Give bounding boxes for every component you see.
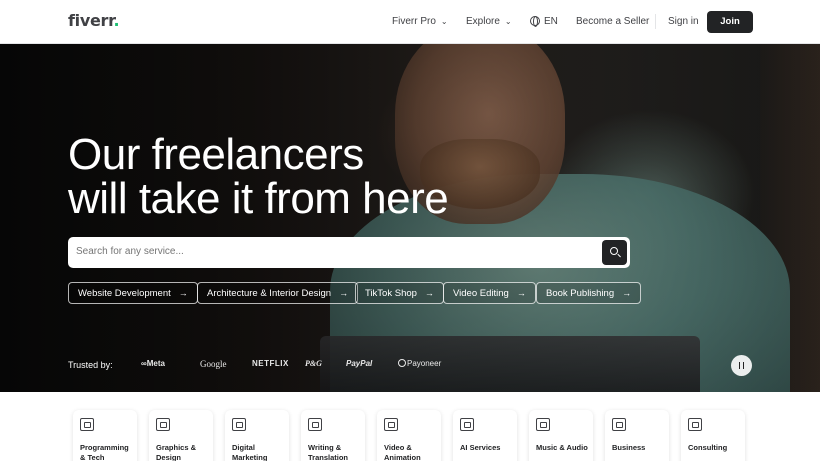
explore-label: Explore bbox=[466, 16, 500, 27]
category-card-programming-tech[interactable]: Programming & Tech bbox=[73, 410, 137, 461]
hero-section: Our freelancers will take it from here W… bbox=[0, 44, 820, 392]
chip-label: Video Editing bbox=[453, 288, 509, 299]
sign-in-link[interactable]: Sign in bbox=[668, 16, 699, 27]
logo-text: fiverr bbox=[68, 11, 114, 30]
category-label: Consulting bbox=[688, 443, 728, 452]
chip-label: Website Development bbox=[78, 288, 171, 299]
category-card-business[interactable]: Business bbox=[605, 410, 669, 461]
fiverr-logo[interactable]: fiverr. bbox=[68, 11, 120, 30]
monitor-icon bbox=[80, 418, 94, 431]
chip-label: TikTok Shop bbox=[365, 288, 417, 299]
category-cards: Programming & Tech Graphics & Design Dig… bbox=[0, 392, 820, 461]
pause-icon bbox=[739, 362, 744, 369]
globe-icon bbox=[530, 16, 540, 27]
category-label: AI Services bbox=[460, 443, 501, 452]
category-card-ai-services[interactable]: AI Services bbox=[453, 410, 517, 461]
pg-logo: P&G bbox=[305, 359, 322, 368]
search-bar bbox=[68, 237, 630, 268]
language-label: EN bbox=[544, 16, 558, 27]
category-label: Digital Marketing bbox=[232, 443, 268, 461]
payoneer-text: Payoneer bbox=[407, 359, 442, 368]
design-icon bbox=[156, 418, 170, 431]
chip-website-development[interactable]: Website Development → bbox=[68, 282, 198, 304]
google-logo: Google bbox=[200, 359, 227, 369]
explore-menu[interactable]: Explore ⌄ bbox=[466, 16, 512, 27]
arrow-right-icon: → bbox=[339, 288, 349, 298]
pause-video-button[interactable] bbox=[731, 355, 752, 376]
chip-book-publishing[interactable]: Book Publishing → bbox=[536, 282, 642, 304]
meta-logo: ∞Meta bbox=[141, 359, 165, 368]
payoneer-logo: Payoneer bbox=[398, 359, 441, 368]
logo-dot: . bbox=[113, 11, 120, 30]
arrow-right-icon: → bbox=[516, 288, 526, 298]
become-seller-link[interactable]: Become a Seller bbox=[576, 16, 649, 27]
chip-label: Book Publishing bbox=[546, 288, 615, 299]
category-card-graphics-design[interactable]: Graphics & Design bbox=[149, 410, 213, 461]
category-card-writing-translation[interactable]: Writing & Translation bbox=[301, 410, 365, 461]
hero-title-line-2: will take it from here bbox=[68, 174, 449, 223]
business-icon bbox=[612, 418, 626, 431]
search-button[interactable] bbox=[602, 240, 627, 265]
category-label: Business bbox=[612, 443, 646, 452]
search-icon bbox=[610, 247, 618, 255]
hero-title: Our freelancers will take it from here bbox=[68, 130, 449, 223]
language-selector[interactable]: EN bbox=[530, 16, 558, 27]
category-card-video-animation[interactable]: Video & Animation bbox=[377, 410, 441, 461]
join-button[interactable]: Join bbox=[707, 11, 753, 33]
chevron-down-icon: ⌄ bbox=[504, 17, 512, 26]
payoneer-ring-icon bbox=[398, 359, 406, 367]
category-label: Programming & Tech bbox=[80, 443, 129, 461]
marketing-icon bbox=[232, 418, 246, 431]
ai-icon bbox=[460, 418, 474, 431]
top-navbar: fiverr. Fiverr Pro ⌄ Explore ⌄ EN Become a… bbox=[0, 0, 820, 44]
category-label: Video & Animation bbox=[384, 443, 421, 461]
chevron-down-icon: ⌄ bbox=[440, 17, 448, 26]
chip-label: Architecture & Interior Design bbox=[207, 288, 332, 299]
fiverr-pro-menu[interactable]: Fiverr Pro ⌄ bbox=[392, 16, 448, 27]
category-card-consulting[interactable]: Consulting bbox=[681, 410, 745, 461]
fiverr-pro-label: Fiverr Pro bbox=[392, 16, 436, 27]
arrow-right-icon: → bbox=[622, 288, 632, 298]
search-input[interactable] bbox=[76, 246, 576, 257]
video-icon bbox=[384, 418, 398, 431]
paypal-logo: PayPal bbox=[346, 359, 373, 368]
chip-video-editing[interactable]: Video Editing → bbox=[443, 282, 536, 304]
arrow-right-icon: → bbox=[424, 288, 434, 298]
category-card-music-audio[interactable]: Music & Audio bbox=[529, 410, 593, 461]
chip-tiktok-shop[interactable]: TikTok Shop → bbox=[355, 282, 444, 304]
arrow-right-icon: → bbox=[178, 288, 188, 298]
hero-title-line-1: Our freelancers bbox=[68, 130, 364, 179]
writing-icon bbox=[308, 418, 322, 431]
category-label: Music & Audio bbox=[536, 443, 588, 452]
netflix-logo: NETFLIX bbox=[252, 359, 289, 368]
category-label: Graphics & Design bbox=[156, 443, 197, 461]
music-icon bbox=[536, 418, 550, 431]
category-card-digital-marketing[interactable]: Digital Marketing bbox=[225, 410, 289, 461]
nav-divider bbox=[655, 14, 656, 29]
consulting-icon bbox=[688, 418, 702, 431]
trusted-by-label: Trusted by: bbox=[68, 360, 113, 370]
chip-architecture-interior-design[interactable]: Architecture & Interior Design → bbox=[197, 282, 359, 304]
category-label: Writing & Translation bbox=[308, 443, 349, 461]
